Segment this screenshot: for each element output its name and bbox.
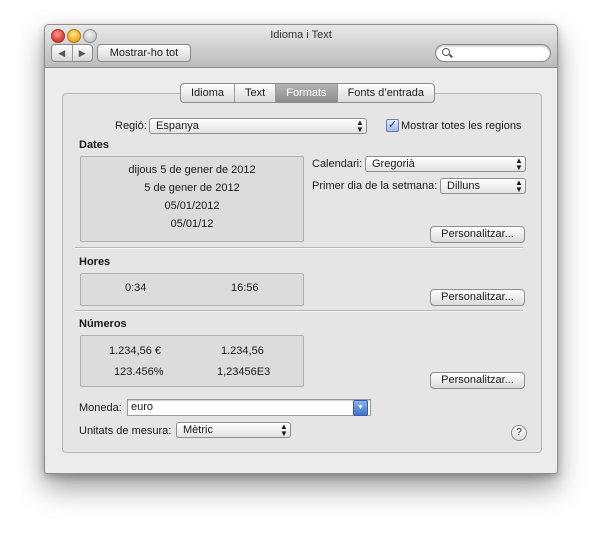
time-sample-24h: 16:56 [231,282,259,294]
first-day-label: Primer dia de la setmana: [312,180,438,192]
back-button[interactable]: ◀ [52,45,73,61]
popup-arrows-icon: ▲ ▼ [515,156,523,172]
forward-button[interactable]: ▶ [73,45,93,61]
currency-combo-field[interactable]: euro [127,399,371,416]
times-customize-button[interactable]: Personalitzar... [430,289,525,306]
calendar-popup[interactable]: Gregorià ▲ ▼ [365,156,526,172]
tab-text[interactable]: Text [235,84,277,102]
number-sample-decimal: 1.234,56 [221,345,264,357]
search-field[interactable] [435,44,551,62]
units-label: Unitats de mesura: [79,425,172,437]
date-sample-medium: 05/01/2012 [164,200,220,212]
dates-sample-box: dijous 5 de gener de 2012 5 de gener de … [80,156,304,242]
numbers-customize-button[interactable]: Personalitzar... [430,372,525,389]
number-sample-percent: 123.456% [114,366,164,378]
window-title: Idioma i Text [270,29,332,41]
numbers-sample-box: 1.234,56 € 1.234,56 123.456% 1,23456E3 [80,335,304,387]
tab-bar: Idioma Text Formats Fonts d’entrada [180,83,435,103]
tab-idioma[interactable]: Idioma [181,84,236,102]
units-value: Mètric [183,424,213,436]
dates-heading: Dates [79,139,109,151]
number-sample-scientific: 1,23456E3 [217,366,271,378]
separator [75,247,523,249]
show-all-regions-label: Mostrar totes les regions [401,120,522,132]
popup-arrows-icon: ▲ ▼ [515,178,523,194]
currency-dropdown-button[interactable]: ▼ [353,400,368,416]
popup-arrows-icon: ▲ ▼ [356,118,364,134]
time-sample-short: 0:34 [125,282,147,294]
region-popup[interactable]: Espanya ▲ ▼ [149,118,367,134]
calendar-value: Gregorià [372,158,415,170]
separator [75,310,523,312]
times-heading: Hores [79,256,111,268]
region-value: Espanya [156,120,199,132]
date-sample-full: dijous 5 de gener de 2012 [128,164,256,176]
popup-arrows-icon: ▲ ▼ [280,422,288,438]
preferences-window: Idioma i Text ◀ ▶ Mostrar-ho tot Idioma … [44,24,558,474]
date-sample-long: 5 de gener de 2012 [144,182,240,194]
dates-customize-button[interactable]: Personalitzar... [430,226,525,243]
tab-formats[interactable]: Formats [276,84,338,102]
times-sample-box: 0:34 16:56 [80,273,304,306]
help-button[interactable]: ? [511,425,527,441]
show-all-regions-checkbox[interactable]: ✓ [386,119,399,132]
region-label: Regió: [115,120,147,132]
first-day-popup[interactable]: Dilluns ▲ ▼ [440,178,526,194]
calendar-label: Calendari: [312,158,363,170]
search-icon [442,48,450,56]
show-all-button[interactable]: Mostrar-ho tot [97,44,191,62]
number-sample-currency: 1.234,56 € [109,345,161,357]
back-forward-buttons: ◀ ▶ [51,44,93,62]
currency-label: Moneda: [79,402,122,414]
title-bar: Idioma i Text ◀ ▶ Mostrar-ho tot [45,25,557,68]
units-popup[interactable]: Mètric ▲ ▼ [176,422,291,438]
tab-input-sources[interactable]: Fonts d’entrada [338,84,434,102]
currency-value: euro [131,401,154,413]
date-sample-short: 05/01/12 [170,218,214,230]
first-day-value: Dilluns [447,180,481,192]
numbers-heading: Números [79,318,127,330]
